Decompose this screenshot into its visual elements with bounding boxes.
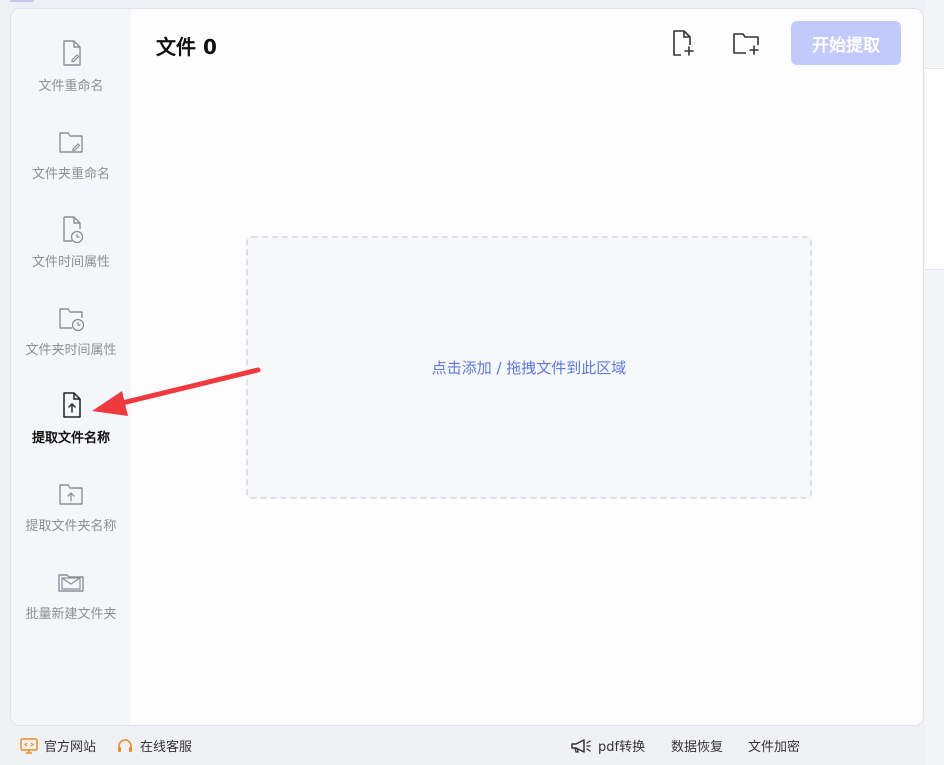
folder-clock-icon [59, 308, 85, 332]
sidebar-item-label: 提取文件夹名称 [25, 519, 117, 534]
pdf-convert-label: pdf转换 [598, 740, 646, 755]
file-count-title: 文件 0 [156, 35, 217, 59]
tab-indicator [10, 0, 34, 2]
sidebar-item-label: 文件夹重命名 [31, 167, 110, 182]
data-recovery-link[interactable]: 数据恢复 [671, 736, 723, 755]
pdf-convert-link[interactable]: pdf转换 [570, 736, 645, 755]
monitor-icon [20, 737, 38, 754]
folder-edit-icon [59, 132, 83, 153]
sidebar-item-label: 文件重命名 [38, 79, 104, 94]
sidebar-item-extract-folder-names[interactable]: 提取文件夹名称 [11, 477, 131, 557]
file-clock-icon [63, 216, 84, 244]
file-plus-icon[interactable] [666, 27, 698, 59]
official-site-label: 官方网站 [44, 740, 97, 755]
headset-icon [118, 738, 132, 752]
sidebar: 文件重命名 文件夹重命名 文件时间属性 文件夹时间属性 提取文件名称 提取文件夹… [11, 9, 131, 725]
file-drop-zone[interactable]: 点击添加 / 拖拽文件到此区域 [246, 236, 812, 499]
sidebar-item-file-time[interactable]: 文件时间属性 [11, 213, 131, 293]
adjacent-pane [925, 68, 944, 270]
sidebar-item-label: 批量新建文件夹 [25, 607, 117, 622]
online-service-link[interactable]: 在线客服 [116, 736, 192, 755]
footer-bar: 官方网站 在线客服 pdf转换 数据恢复 文件加密 [0, 728, 925, 765]
sidebar-item-folder-rename[interactable]: 文件夹重命名 [11, 125, 131, 205]
sidebar-item-label: 提取文件名称 [31, 431, 110, 446]
megaphone-icon [571, 738, 591, 753]
sidebar-item-file-rename[interactable]: 文件重命名 [11, 37, 131, 117]
file-edit-icon [63, 40, 81, 66]
file-encrypt-link[interactable]: 文件加密 [748, 736, 800, 755]
sidebar-item-extract-file-names[interactable]: 提取文件名称 [11, 389, 131, 469]
folder-upload-icon [59, 484, 83, 505]
sidebar-item-batch-new-folders[interactable]: 批量新建文件夹 [11, 565, 131, 645]
start-extract-button[interactable]: 开始提取 [791, 21, 901, 65]
sidebar-item-folder-time[interactable]: 文件夹时间属性 [11, 301, 131, 381]
official-site-link[interactable]: 官方网站 [20, 736, 96, 755]
data-recovery-label: 数据恢复 [671, 740, 724, 755]
main-content: 文件 0 开始提取 点击添加 / 拖拽文件到此区域 [131, 9, 923, 725]
folder-plus-icon[interactable] [730, 27, 762, 59]
drop-zone-hint: 点击添加 / 拖拽文件到此区域 [431, 359, 627, 377]
online-service-label: 在线客服 [140, 740, 193, 755]
file-encrypt-label: 文件加密 [748, 740, 801, 755]
file-upload-icon [63, 392, 81, 418]
sidebar-item-label: 文件夹时间属性 [25, 343, 117, 358]
window-top-strip [0, 0, 944, 8]
folders-mail-icon [58, 574, 84, 592]
adjacent-window-edge [925, 0, 944, 765]
app-window: 文件重命名 文件夹重命名 文件时间属性 文件夹时间属性 提取文件名称 提取文件夹… [10, 8, 924, 726]
sidebar-item-label: 文件时间属性 [31, 255, 110, 270]
